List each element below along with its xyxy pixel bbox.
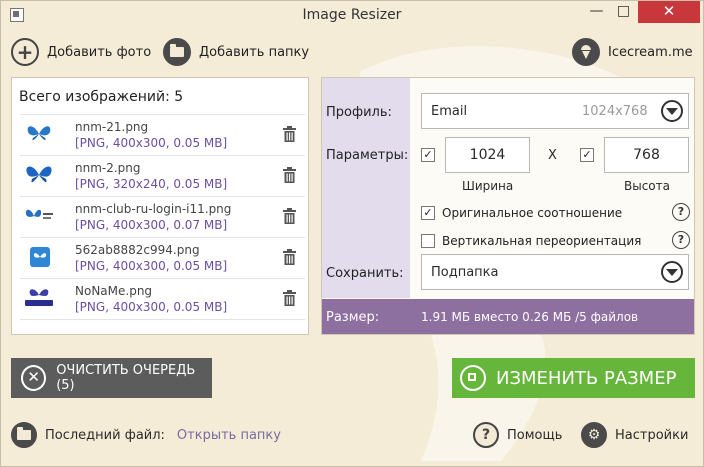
height-checkbox[interactable]: ✓ bbox=[580, 148, 594, 162]
clear-queue-label: ОЧИСТИТЬ ОЧЕРЕДЬ (5) bbox=[56, 363, 196, 393]
file-list: nnm-21.png [PNG, 400x300, 0.05 MB] nnm-2… bbox=[20, 114, 305, 320]
list-item[interactable]: NoNaMe.png [PNG, 400x300, 0.05 MB] bbox=[20, 278, 305, 320]
add-folder-label: Добавить папку bbox=[199, 44, 310, 60]
size-value: 1.91 МБ вместо 0.26 МБ /5 файлов bbox=[421, 310, 639, 324]
open-folder-link[interactable]: Открыть папку bbox=[177, 428, 281, 443]
chevron-down-icon bbox=[661, 100, 683, 122]
file-name: nnm-club-ru-login-i11.png bbox=[75, 202, 232, 216]
last-file-area: Последний файл: Открыть папку bbox=[11, 422, 281, 448]
folder-icon bbox=[11, 422, 37, 448]
plus-icon: + bbox=[11, 38, 39, 66]
file-queue-panel: Всего изображений: 5 nnm-21.png [PNG, 40… bbox=[11, 77, 309, 335]
settings-button[interactable]: ⚙ Настройки bbox=[581, 422, 688, 448]
list-item[interactable]: nnm-club-ru-login-i11.png [PNG, 400x300,… bbox=[20, 196, 305, 237]
save-location-select[interactable]: Подпапка bbox=[421, 254, 689, 290]
keep-ratio-label: Оригинальное соотношение bbox=[442, 206, 623, 220]
title-bar: Image Resizer — □ ✕ bbox=[1, 1, 703, 31]
last-file-label: Последний файл: bbox=[45, 427, 165, 443]
chevron-down-icon bbox=[661, 261, 683, 283]
minimize-button[interactable]: — bbox=[583, 1, 610, 23]
keep-ratio-help-icon[interactable]: ? bbox=[672, 203, 690, 221]
icecream-logo-icon bbox=[572, 38, 600, 66]
folder-icon bbox=[163, 38, 191, 66]
profile-value: Email bbox=[431, 104, 468, 119]
height-label: Высота bbox=[624, 179, 670, 193]
width-input[interactable]: 1024 bbox=[445, 137, 530, 173]
file-name: NoNaMe.png bbox=[75, 284, 153, 298]
settings-label: Настройки bbox=[615, 427, 689, 443]
clear-queue-button[interactable]: ✕ ОЧИСТИТЬ ОЧЕРЕДЬ (5) bbox=[11, 358, 212, 398]
size-summary-bar: Размер: 1.91 МБ вместо 0.26 МБ /5 файлов bbox=[322, 299, 694, 334]
butterfly-thumbnail-icon bbox=[25, 209, 53, 219]
icecream-link[interactable]: Icecream.me bbox=[572, 37, 693, 67]
resize-label: ИЗМЕНИТЬ РАЗМЕР bbox=[496, 367, 677, 389]
height-input[interactable]: 768 bbox=[604, 137, 689, 173]
file-info: [PNG, 400x300, 0.05 MB] bbox=[75, 300, 228, 314]
file-name: 562ab8882c994.png bbox=[75, 243, 200, 257]
trash-icon[interactable] bbox=[283, 290, 296, 306]
butterfly-thumbnail-icon bbox=[27, 126, 51, 141]
list-item[interactable]: 562ab8882c994.png [PNG, 400x300, 0.05 MB… bbox=[20, 237, 305, 278]
list-item[interactable]: nnm-21.png [PNG, 400x300, 0.05 MB] bbox=[20, 114, 305, 155]
add-photo-button[interactable]: + Добавить фото bbox=[11, 37, 151, 67]
file-name: nnm-21.png bbox=[75, 120, 149, 134]
vertical-help-icon[interactable]: ? bbox=[672, 231, 690, 249]
vertical-checkbox[interactable] bbox=[421, 234, 435, 248]
width-label: Ширина bbox=[462, 179, 514, 193]
image-count: Всего изображений: 5 bbox=[19, 89, 184, 105]
profile-label: Профиль: bbox=[326, 105, 392, 120]
add-folder-button[interactable]: Добавить папку bbox=[163, 37, 309, 67]
noname-logo-thumbnail-icon bbox=[25, 289, 53, 306]
vertical-label: Вертикальная переориентация bbox=[442, 234, 642, 248]
trash-icon[interactable] bbox=[283, 167, 296, 183]
file-info: [PNG, 400x300, 0.05 MB] bbox=[75, 136, 228, 150]
resize-button[interactable]: ИЗМЕНИТЬ РАЗМЕР bbox=[452, 358, 695, 398]
trash-icon[interactable] bbox=[283, 208, 296, 224]
help-button[interactable]: ? Помощь bbox=[473, 422, 562, 448]
keep-ratio-checkbox[interactable]: ✓ bbox=[421, 206, 435, 220]
trash-icon[interactable] bbox=[283, 126, 296, 142]
params-label: Параметры: bbox=[326, 148, 409, 163]
resize-icon bbox=[460, 365, 486, 391]
settings-panel: Профиль: Email 1024x768 Параметры: ✓ 102… bbox=[321, 77, 695, 335]
brand-label: Icecream.me bbox=[608, 44, 693, 60]
trash-icon[interactable] bbox=[283, 249, 296, 265]
blue-square-thumbnail-icon bbox=[30, 247, 50, 267]
maximize-button[interactable]: □ bbox=[610, 1, 637, 23]
gear-icon: ⚙ bbox=[581, 422, 607, 448]
butterfly-thumbnail-icon bbox=[26, 166, 52, 183]
width-checkbox[interactable]: ✓ bbox=[421, 148, 435, 162]
question-icon: ? bbox=[473, 422, 499, 448]
help-label: Помощь bbox=[507, 427, 563, 443]
add-photo-label: Добавить фото bbox=[47, 44, 152, 60]
list-item[interactable]: nnm-2.png [PNG, 320x240, 0.05 MB] bbox=[20, 155, 305, 196]
profile-size: 1024x768 bbox=[582, 104, 648, 119]
close-icon: ✕ bbox=[21, 365, 47, 391]
file-info: [PNG, 320x240, 0.05 MB] bbox=[75, 177, 228, 191]
file-info: [PNG, 400x300, 0.05 MB] bbox=[75, 259, 228, 273]
save-value: Подпапка bbox=[431, 265, 499, 280]
close-button[interactable]: ✕ bbox=[638, 1, 700, 23]
dimension-separator: X bbox=[548, 148, 557, 163]
file-info: [PNG, 400x300, 0.07 MB] bbox=[75, 218, 228, 232]
size-label: Размер: bbox=[326, 310, 380, 325]
app-window: Image Resizer — □ ✕ + Добавить фото Доба… bbox=[0, 0, 704, 467]
save-label: Сохранить: bbox=[326, 266, 404, 281]
profile-select[interactable]: Email 1024x768 bbox=[421, 93, 689, 129]
file-name: nnm-2.png bbox=[75, 161, 141, 175]
